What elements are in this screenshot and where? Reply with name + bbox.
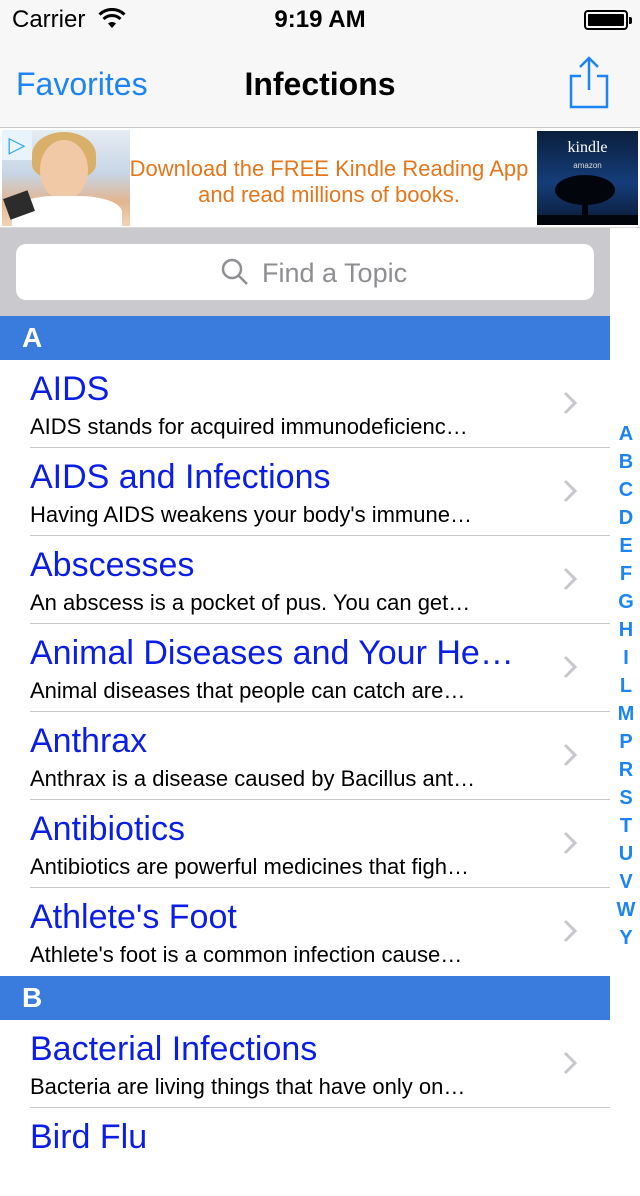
index-letter-f[interactable]: F [614, 560, 638, 588]
row-subtitle: Anthrax is a disease caused by Bacillus … [30, 766, 476, 791]
list-item[interactable]: Antibiotics Antibiotics are powerful med… [0, 800, 610, 888]
index-letter-v[interactable]: V [614, 868, 638, 896]
row-title: Bacterial Infections [30, 1030, 318, 1068]
section-letter: A [22, 322, 43, 353]
row-subtitle: Animal diseases that people can catch ar… [30, 678, 466, 703]
section-header-a: A [0, 316, 610, 360]
row-subtitle: Athlete's foot is a common infection cau… [30, 942, 463, 967]
index-letter-c[interactable]: C [614, 476, 638, 504]
row-title: Abscesses [30, 546, 195, 584]
search-placeholder: Find a Topic [262, 258, 408, 288]
index-letter-e[interactable]: E [614, 532, 638, 560]
row-title: AIDS and Infections [30, 458, 331, 496]
ad-line-2: and read millions of books. [198, 182, 460, 207]
kindle-brand-sub: amazon [573, 161, 602, 170]
adchoices-icon[interactable]: ▷ [2, 130, 32, 160]
row-subtitle: AIDS stands for acquired immunodeficienc… [30, 414, 468, 439]
share-icon[interactable] [568, 54, 610, 110]
kindle-logo: kindle amazon [537, 131, 638, 225]
row-subtitle: An abscess is a pocket of pus. You can g… [30, 590, 471, 615]
row-title: Athlete's Foot [30, 898, 237, 936]
section-letter: B [22, 982, 43, 1013]
navigation-bar: Favorites Infections [0, 40, 640, 128]
status-bar: Carrier 9:19 AM [0, 0, 640, 40]
row-title: AIDS [30, 370, 110, 408]
index-letter-p[interactable]: P [614, 728, 638, 756]
chevron-right-icon [563, 1051, 578, 1075]
index-letter-i[interactable]: I [614, 644, 638, 672]
row-subtitle: Having AIDS weakens your body's immune… [30, 502, 472, 527]
index-letter-u[interactable]: U [614, 840, 638, 868]
kindle-brand: kindle [567, 139, 608, 156]
chevron-right-icon [563, 831, 578, 855]
list-item[interactable]: Animal Diseases and Your He… Animal dise… [0, 624, 610, 712]
index-letter-y[interactable]: Y [614, 924, 638, 952]
list-item[interactable]: Bacterial Infections Bacteria are living… [0, 1020, 610, 1108]
chevron-right-icon [563, 655, 578, 679]
ad-line-1: Download the FREE Kindle Reading App [129, 156, 529, 181]
status-time: 9:19 AM [274, 6, 366, 33]
chevron-right-icon [563, 919, 578, 943]
row-title: Antibiotics [30, 810, 185, 848]
row-subtitle: Bacteria are living things that have onl… [30, 1074, 466, 1099]
battery-icon [584, 10, 632, 30]
index-letter-g[interactable]: G [614, 588, 638, 616]
ad-banner[interactable]: ▷ Download the FREE Kindle Reading App a… [0, 128, 640, 228]
index-letter-d[interactable]: D [614, 504, 638, 532]
list-item[interactable]: AIDS AIDS stands for acquired immunodefi… [0, 360, 610, 448]
row-title: Bird Flu [30, 1118, 148, 1156]
search-input[interactable]: Find a Topic [16, 244, 594, 300]
chevron-right-icon [563, 567, 578, 591]
index-letter-h[interactable]: H [614, 616, 638, 644]
index-letter-a[interactable]: A [614, 420, 638, 448]
list-item[interactable]: Athlete's Foot Athlete's foot is a commo… [0, 888, 610, 976]
index-letter-w[interactable]: W [614, 896, 638, 924]
index-letter-m[interactable]: M [614, 700, 638, 728]
index-letter-t[interactable]: T [614, 812, 638, 840]
chevron-right-icon [563, 391, 578, 415]
row-title: Animal Diseases and Your He… [30, 634, 514, 672]
index-letter-s[interactable]: S [614, 784, 638, 812]
ad-text: Download the FREE Kindle Reading App and… [120, 156, 538, 208]
list-item[interactable]: AIDS and Infections Having AIDS weakens … [0, 448, 610, 536]
index-letter-l[interactable]: L [614, 672, 638, 700]
list-item[interactable]: Bird Flu [0, 1108, 610, 1196]
row-title: Anthrax [30, 722, 148, 760]
search-icon [221, 258, 248, 285]
section-index[interactable]: ABCDEFGHILMPRSTUVWY [614, 420, 638, 952]
search-bar: Find a Topic [0, 228, 610, 316]
chevron-right-icon [563, 743, 578, 767]
index-letter-r[interactable]: R [614, 756, 638, 784]
list-item[interactable]: Abscesses An abscess is a pocket of pus.… [0, 536, 610, 624]
chevron-right-icon [563, 479, 578, 503]
section-header-b: B [0, 976, 610, 1020]
index-letter-b[interactable]: B [614, 448, 638, 476]
row-subtitle: Antibiotics are powerful medicines that … [30, 854, 469, 879]
list-item[interactable]: Anthrax Anthrax is a disease caused by B… [0, 712, 610, 800]
page-title: Infections [244, 66, 396, 102]
